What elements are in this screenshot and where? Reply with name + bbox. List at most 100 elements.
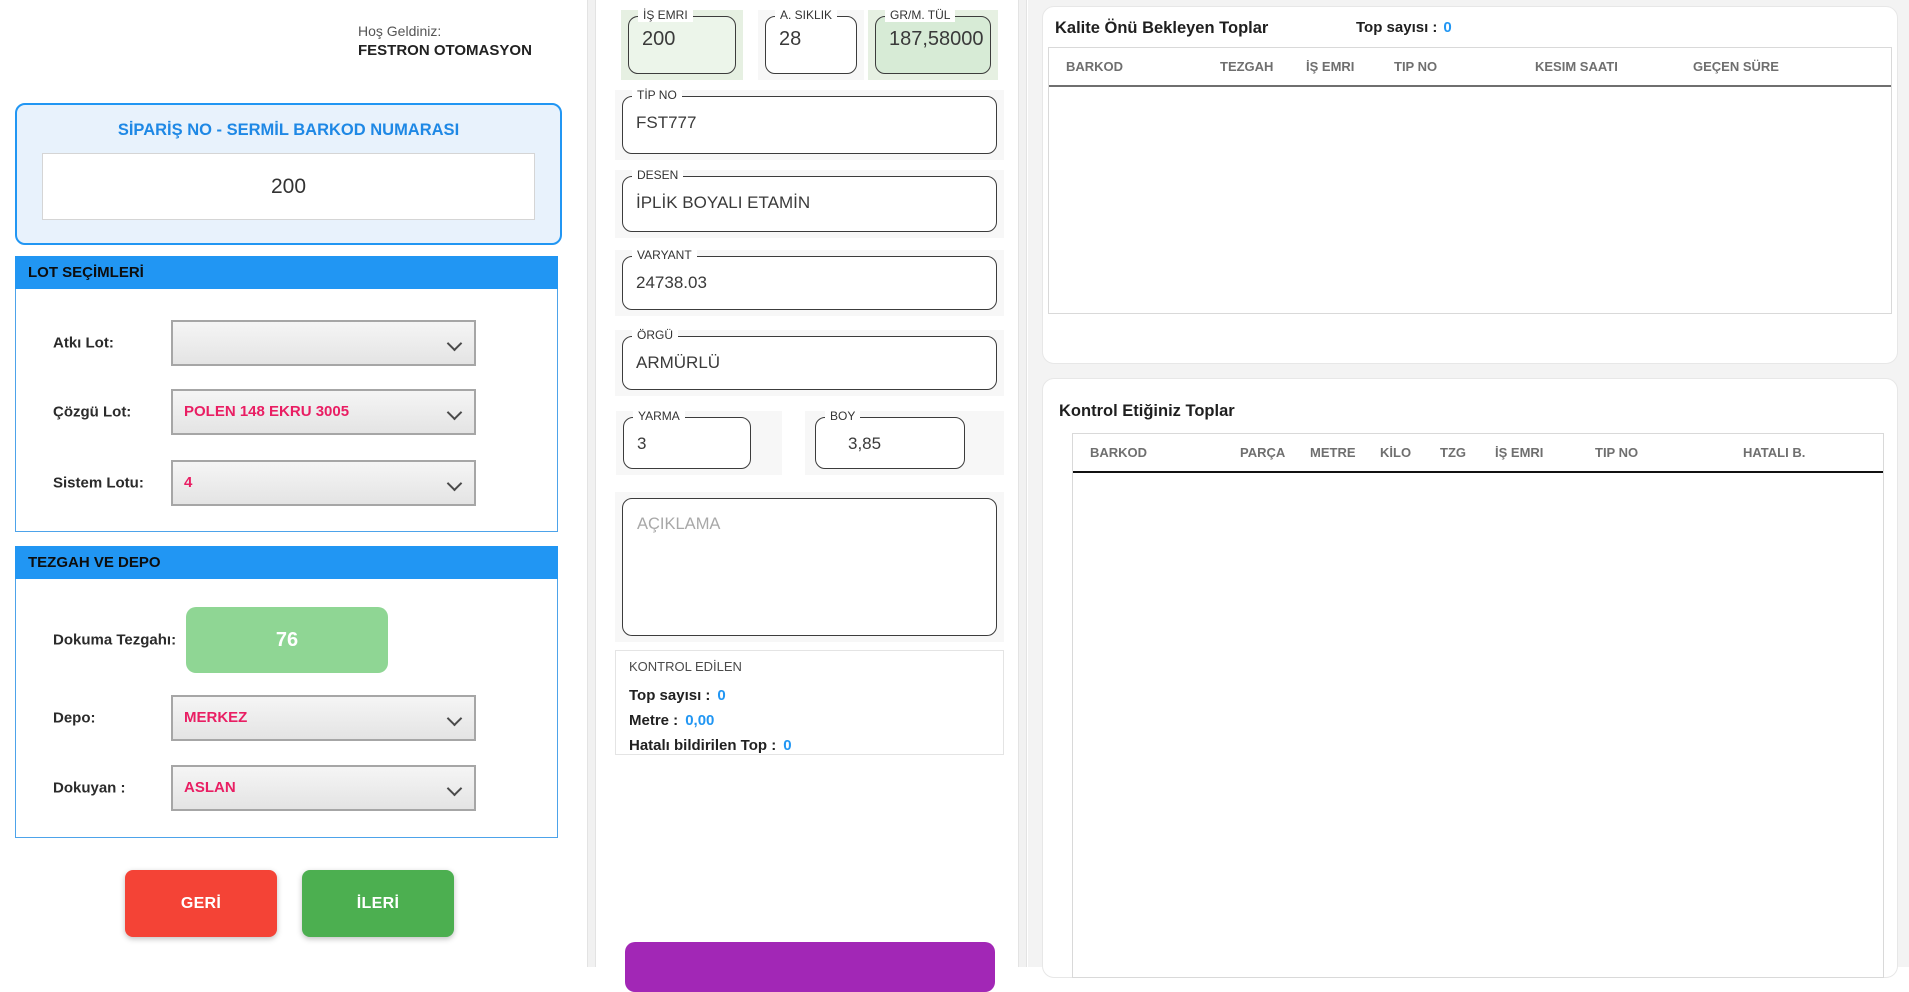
pending-col-barkod: BARKOD	[1049, 48, 1203, 86]
is-emri-box[interactable]: İŞ EMRI 200	[628, 16, 736, 74]
aciklama-box	[622, 498, 997, 636]
checked-col-tzg: TZG	[1423, 434, 1478, 472]
kontrol-hatali-value: 0	[783, 737, 791, 754]
kontrol-metre-label: Metre :	[629, 712, 678, 729]
middle-scrollbar[interactable]	[1018, 0, 1027, 967]
pending-count-value: 0	[1443, 19, 1451, 36]
checked-table-header-row: BARKOD PARÇA METRE KİLO TZG İŞ EMRI TIP …	[1073, 434, 1883, 472]
chevron-down-icon	[447, 476, 463, 492]
boy-label: BOY	[825, 409, 860, 423]
a-siklik-field: A. SIKLIK 28	[758, 10, 864, 80]
kontrol-edilen-title: KONTROL EDİLEN	[629, 659, 742, 674]
pending-rolls-title: Kalite Önü Bekleyen Toplar	[1055, 19, 1268, 38]
pending-col-gecen-sure: GEÇEN SÜRE	[1676, 48, 1891, 86]
desen-box[interactable]: DESEN İPLİK BOYALI ETAMİN	[622, 176, 997, 232]
checked-rolls-card: Kontrol Etiğiniz Toplar BARKOD PARÇA MET…	[1042, 378, 1898, 978]
kontrol-edilen-section: KONTROL EDİLEN Top sayısı : 0 Metre : 0,00…	[615, 650, 1004, 755]
varyant-box[interactable]: VARYANT 24738.03	[622, 256, 997, 310]
tip-no-field: TİP NO FST777	[615, 90, 1004, 160]
orgu-box[interactable]: ÖRGÜ ARMÜRLÜ	[622, 336, 997, 390]
varyant-value: 24738.03	[636, 273, 990, 293]
depo-row: Depo: MERKEZ	[16, 695, 557, 741]
pending-col-is-emri: İŞ EMRI	[1289, 48, 1377, 86]
sistem-lotu-label: Sistem Lotu:	[53, 475, 144, 492]
company-name: FESTRON OTOMASYON	[358, 41, 532, 60]
yarma-value: 3	[637, 434, 744, 454]
chevron-down-icon	[447, 336, 463, 352]
atki-lot-label: Atkı Lot:	[53, 335, 114, 352]
kontrol-metre-value: 0,00	[685, 712, 714, 729]
boy-field: BOY 3,85	[805, 411, 1004, 475]
chevron-down-icon	[447, 405, 463, 421]
kontrol-top-sayisi-label: Top sayısı :	[629, 687, 710, 704]
desen-label: DESEN	[632, 168, 683, 182]
pending-rolls-card: Kalite Önü Bekleyen Toplar Top sayısı : 0…	[1042, 6, 1898, 364]
kontrol-hatali-row: Hatalı bildirilen Top : 0	[629, 737, 792, 754]
pending-col-kesim-saati: KESIM SAATI	[1518, 48, 1676, 86]
a-siklik-box[interactable]: A. SIKLIK 28	[765, 16, 857, 74]
sistem-lotu-select[interactable]: 4	[171, 460, 476, 506]
kontrol-hatali-label: Hatalı bildirilen Top :	[629, 737, 776, 754]
tip-no-value: FST777	[636, 113, 990, 133]
atki-lot-select[interactable]	[171, 320, 476, 366]
checked-col-is-emri: İŞ EMRI	[1478, 434, 1578, 472]
pending-rolls-table: BARKOD TEZGAH İŞ EMRI TIP NO KESIM SAATI…	[1048, 47, 1892, 314]
loom-label: Dokuma Tezgahı:	[53, 632, 176, 649]
dokuyan-label: Dokuyan :	[53, 780, 126, 797]
desen-field: DESEN İPLİK BOYALI ETAMİN	[615, 170, 1004, 238]
varyant-field: VARYANT 24738.03	[615, 250, 1004, 316]
pending-count-label: Top sayısı :	[1356, 19, 1437, 36]
dokuyan-value: ASLAN	[184, 779, 236, 796]
orgu-value: ARMÜRLÜ	[636, 353, 990, 373]
depo-value: MERKEZ	[184, 709, 247, 726]
right-area: Kalite Önü Bekleyen Toplar Top sayısı : 0…	[1028, 0, 1909, 967]
bottom-action-button[interactable]	[625, 942, 995, 992]
loom-row: Dokuma Tezgahı: 76	[16, 607, 557, 673]
depo-select[interactable]: MERKEZ	[171, 695, 476, 741]
chevron-down-icon	[447, 781, 463, 797]
atki-lot-row: Atkı Lot:	[16, 320, 557, 366]
checked-rolls-table: BARKOD PARÇA METRE KİLO TZG İŞ EMRI TIP …	[1072, 433, 1884, 978]
kontrol-top-sayisi-value: 0	[717, 687, 725, 704]
is-emri-label: İŞ EMRI	[638, 8, 693, 22]
cozgu-lot-select[interactable]: POLEN 148 EKRU 3005	[171, 389, 476, 435]
tip-no-box[interactable]: TİP NO FST777	[622, 96, 997, 154]
varyant-label: VARYANT	[632, 248, 697, 262]
back-button[interactable]: GERİ	[125, 870, 277, 937]
pending-count: Top sayısı : 0	[1356, 19, 1452, 36]
pending-col-tip-no: TIP NO	[1377, 48, 1518, 86]
checked-col-hatali-b: HATALI B.	[1726, 434, 1883, 472]
a-siklik-label: A. SIKLIK	[775, 8, 837, 22]
boy-box[interactable]: BOY 3,85	[815, 417, 965, 469]
checked-col-kilo: KİLO	[1363, 434, 1423, 472]
welcome-label: Hoş Geldiniz:	[358, 23, 441, 39]
chevron-down-icon	[447, 711, 463, 727]
station-depot-panel: TEZGAH VE DEPO Dokuma Tezgahı: 76 Depo: …	[15, 546, 558, 838]
tip-no-label: TİP NO	[632, 88, 682, 102]
is-emri-field: İŞ EMRI 200	[621, 10, 743, 80]
sistem-lotu-value: 4	[184, 474, 192, 491]
gr-m-tul-label: GR/M. TÜL	[885, 8, 955, 22]
kontrol-metre-row: Metre : 0,00	[629, 712, 714, 729]
pending-table-header-row: BARKOD TEZGAH İŞ EMRI TIP NO KESIM SAATI…	[1049, 48, 1891, 86]
next-button[interactable]: İLERİ	[302, 870, 454, 937]
checked-col-metre: METRE	[1293, 434, 1363, 472]
order-box-title: SİPARİŞ NO - SERMİL BARKOD NUMARASI	[17, 121, 560, 140]
work-order-panel: İŞ EMRI 200 A. SIKLIK 28 GR/M. TÜL 187,5…	[600, 0, 1018, 967]
dokuyan-row: Dokuyan : ASLAN	[16, 765, 557, 811]
welcome-block: Hoş Geldiniz: FESTRON OTOMASYON	[358, 22, 532, 60]
lot-selection-panel: LOT SEÇİMLERİ Atkı Lot: Çözgü Lot: POLEN…	[15, 256, 558, 532]
checked-rolls-title: Kontrol Etiğiniz Toplar	[1059, 402, 1235, 421]
a-siklik-value: 28	[779, 28, 850, 51]
order-number-input[interactable]	[42, 153, 535, 220]
cozgu-lot-row: Çözgü Lot: POLEN 148 EKRU 3005	[16, 389, 557, 435]
orgu-label: ÖRGÜ	[632, 328, 678, 342]
aciklama-textarea[interactable]	[623, 499, 996, 635]
loom-number-button[interactable]: 76	[186, 607, 388, 673]
gr-m-tul-box[interactable]: GR/M. TÜL 187,58000	[875, 16, 991, 74]
yarma-box[interactable]: YARMA 3	[623, 417, 751, 469]
dokuyan-select[interactable]: ASLAN	[171, 765, 476, 811]
yarma-label: YARMA	[633, 409, 685, 423]
cozgu-lot-label: Çözgü Lot:	[53, 404, 131, 421]
orgu-field: ÖRGÜ ARMÜRLÜ	[615, 330, 1004, 396]
